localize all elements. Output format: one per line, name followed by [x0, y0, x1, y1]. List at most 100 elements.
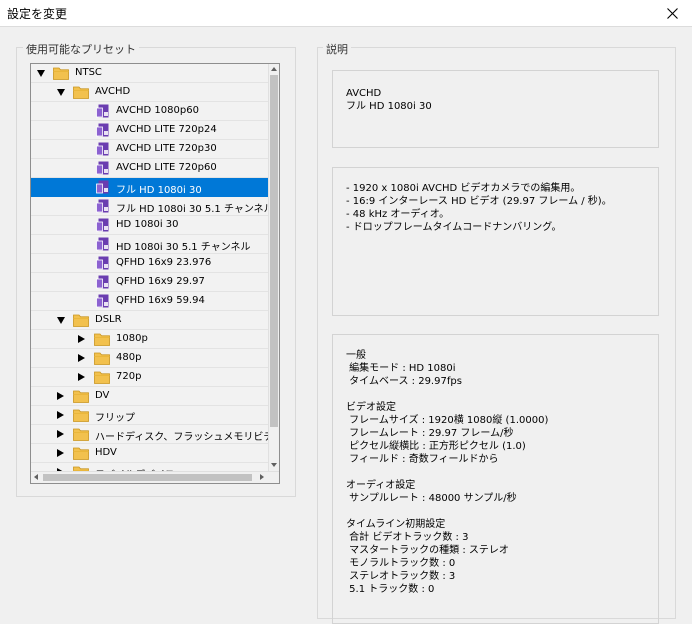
- collapsed-triangle-icon[interactable]: [78, 354, 85, 362]
- tree-preset-row[interactable]: QFHD 16x9 29.97: [31, 273, 269, 292]
- tree-item-label: 720p: [116, 371, 142, 382]
- preset-icon: [96, 161, 112, 175]
- tree-folder-row[interactable]: フリップ: [31, 406, 269, 425]
- preset-icon: [96, 142, 112, 156]
- tree-item-label: AVCHD LITE 720p60: [116, 162, 217, 173]
- tree-preset-row[interactable]: AVCHD 1080p60: [31, 102, 269, 121]
- tree-item-label: フル HD 1080i 30 5.1 チャンネル: [116, 204, 269, 215]
- preset-icon: [96, 294, 112, 308]
- folder-icon: [73, 427, 89, 441]
- tree-folder-row[interactable]: ハードディスク、フラッシュメモリビデオカ: [31, 425, 269, 444]
- description-details-box: - 1920 x 1080i AVCHD ビデオカメラでの編集用。 - 16:9…: [332, 167, 659, 316]
- vertical-scroll-thumb[interactable]: [270, 75, 278, 427]
- preset-tree[interactable]: NTSC AVCHD AVCHD 1080p60 AVCHD LITE 720p24 A…: [30, 63, 280, 484]
- collapsed-triangle-icon[interactable]: [57, 449, 64, 457]
- expanded-triangle-icon[interactable]: [57, 317, 65, 324]
- folder-icon: [73, 313, 89, 327]
- tree-preset-row[interactable]: AVCHD LITE 720p30: [31, 140, 269, 159]
- description-summary: AVCHD フル HD 1080i 30: [346, 88, 432, 112]
- arrow-up-icon: [271, 67, 277, 71]
- collapsed-triangle-icon[interactable]: [57, 411, 64, 419]
- close-icon: [666, 7, 678, 19]
- scroll-right-button[interactable]: [257, 472, 267, 483]
- tree-folder-row[interactable]: モバイルデバイス: [31, 463, 269, 471]
- folder-icon: [94, 332, 110, 346]
- collapsed-triangle-icon[interactable]: [57, 392, 64, 400]
- tree-preset-row[interactable]: AVCHD LITE 720p60: [31, 159, 269, 178]
- tree-item-label: NTSC: [75, 67, 102, 78]
- tree-preset-row[interactable]: HD 1080i 30 5.1 チャンネル: [31, 235, 269, 254]
- tree-item-label: DV: [95, 390, 110, 401]
- preset-icon: [96, 180, 112, 194]
- description-details: - 1920 x 1080i AVCHD ビデオカメラでの編集用。 - 16:9…: [346, 183, 612, 233]
- tree-item-label: AVCHD LITE 720p30: [116, 143, 217, 154]
- tree-preset-row[interactable]: HD 1080i 30: [31, 216, 269, 235]
- preset-tree-rows: NTSC AVCHD AVCHD 1080p60 AVCHD LITE 720p24 A…: [31, 64, 269, 471]
- tree-item-label: 480p: [116, 352, 142, 363]
- preset-icon: [96, 199, 112, 213]
- folder-icon: [94, 351, 110, 365]
- arrow-right-icon: [260, 474, 264, 480]
- tree-item-label: QFHD 16x9 59.94: [116, 295, 205, 306]
- tree-item-label: DSLR: [95, 314, 122, 325]
- tree-item-label: HD 1080i 30 5.1 チャンネル: [116, 242, 251, 253]
- description-settings-box: 一般 編集モード : HD 1080i タイムベース : 29.97fps ビデ…: [332, 334, 659, 624]
- tree-folder-row[interactable]: 720p: [31, 368, 269, 387]
- tree-item-label: フリップ: [95, 413, 135, 424]
- tree-item-label: HD 1080i 30: [116, 219, 179, 230]
- description-group-title: 説明: [323, 41, 351, 57]
- expanded-triangle-icon[interactable]: [57, 89, 65, 96]
- collapsed-triangle-icon[interactable]: [57, 430, 64, 438]
- tree-item-label: QFHD 16x9 23.976: [116, 257, 212, 268]
- presets-group-title: 使用可能なプリセット: [23, 41, 139, 57]
- preset-icon: [96, 123, 112, 137]
- folder-icon: [73, 446, 89, 460]
- preset-icon: [96, 237, 112, 251]
- tree-item-label: AVCHD 1080p60: [116, 105, 199, 116]
- arrow-left-icon: [34, 474, 38, 480]
- tree-preset-row[interactable]: フル HD 1080i 30: [31, 178, 269, 197]
- tree-folder-row[interactable]: DSLR: [31, 311, 269, 330]
- expanded-triangle-icon[interactable]: [37, 70, 45, 77]
- folder-icon: [53, 66, 69, 80]
- title-bar: 設定を変更: [0, 0, 692, 27]
- horizontal-scrollbar[interactable]: [31, 471, 279, 483]
- tree-preset-row[interactable]: QFHD 16x9 23.976: [31, 254, 269, 273]
- preset-icon: [96, 218, 112, 232]
- arrow-down-icon: [271, 463, 277, 467]
- tree-folder-row[interactable]: NTSC: [31, 64, 269, 83]
- preset-icon: [96, 275, 112, 289]
- vertical-scrollbar[interactable]: [268, 64, 279, 471]
- folder-icon: [73, 85, 89, 99]
- tree-folder-row[interactable]: 480p: [31, 349, 269, 368]
- close-button[interactable]: [652, 0, 692, 26]
- tree-folder-row[interactable]: 1080p: [31, 330, 269, 349]
- tree-folder-row[interactable]: AVCHD: [31, 83, 269, 102]
- collapsed-triangle-icon[interactable]: [78, 335, 85, 343]
- preset-icon: [96, 104, 112, 118]
- tree-preset-row[interactable]: QFHD 16x9 59.94: [31, 292, 269, 311]
- tree-preset-row[interactable]: AVCHD LITE 720p24: [31, 121, 269, 140]
- scroll-down-button[interactable]: [269, 460, 279, 471]
- tree-item-label: AVCHD LITE 720p24: [116, 124, 217, 135]
- tree-preset-row[interactable]: フル HD 1080i 30 5.1 チャンネル: [31, 197, 269, 216]
- tree-item-label: 1080p: [116, 333, 148, 344]
- tree-folder-row[interactable]: HDV: [31, 444, 269, 463]
- tree-folder-row[interactable]: DV: [31, 387, 269, 406]
- description-summary-box: AVCHD フル HD 1080i 30: [332, 70, 659, 148]
- tree-item-label: フル HD 1080i 30: [116, 185, 202, 196]
- tree-item-label: ハードディスク、フラッシュメモリビデオカ: [95, 432, 269, 443]
- folder-icon: [73, 408, 89, 422]
- collapsed-triangle-icon[interactable]: [78, 373, 85, 381]
- preset-icon: [96, 256, 112, 270]
- window-title: 設定を変更: [7, 7, 68, 21]
- folder-icon: [73, 389, 89, 403]
- folder-icon: [94, 370, 110, 384]
- description-settings: 一般 編集モード : HD 1080i タイムベース : 29.97fps ビデ…: [346, 350, 549, 595]
- scroll-up-button[interactable]: [269, 64, 279, 75]
- scroll-left-button[interactable]: [31, 472, 41, 483]
- tree-item-label: QFHD 16x9 29.97: [116, 276, 205, 287]
- tree-item-label: AVCHD: [95, 86, 131, 97]
- horizontal-scroll-thumb[interactable]: [43, 474, 252, 481]
- tree-item-label: HDV: [95, 447, 117, 458]
